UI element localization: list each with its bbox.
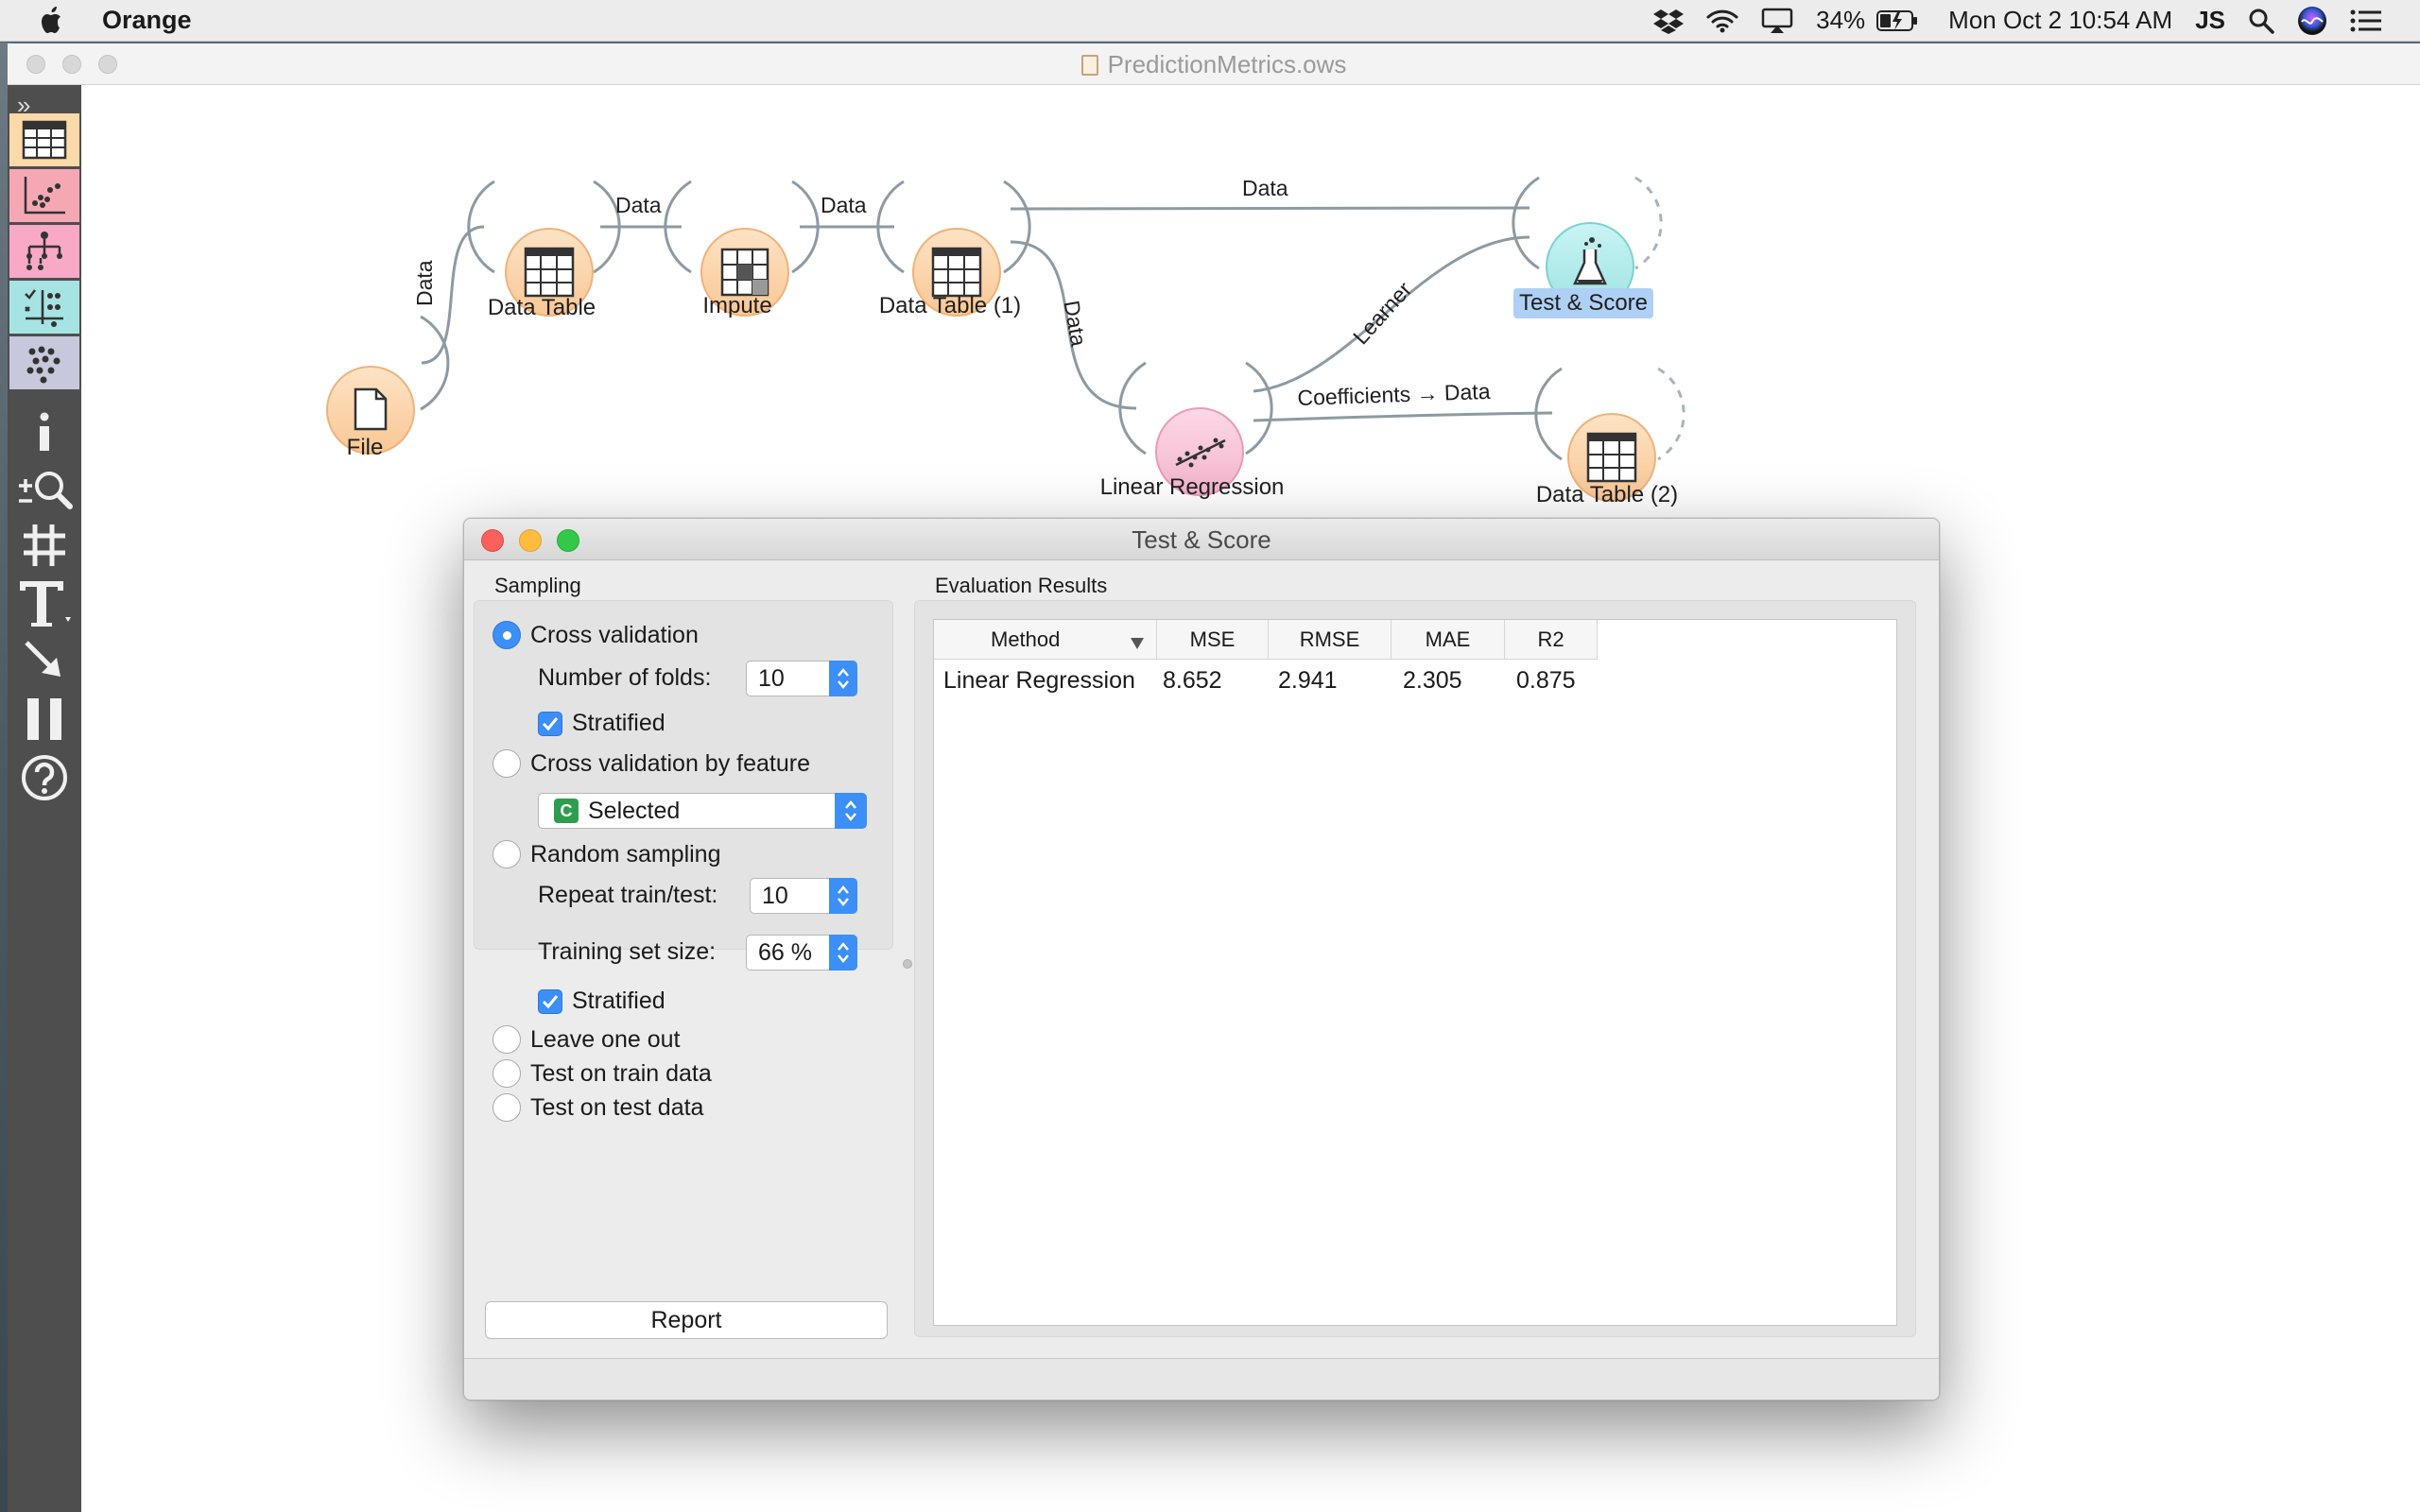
random-sampling-option[interactable]: Random sampling [493, 840, 721, 868]
node-label-test-and-score[interactable]: Test & Score [1512, 288, 1654, 318]
link-linreg-to-datatable2 [1253, 411, 1553, 422]
column-header-mse[interactable]: MSE [1157, 620, 1269, 660]
battery-percent: 34% [1816, 6, 1866, 34]
column-header-method-label: Method [991, 627, 1061, 651]
link-datatable1-to-testscore [1010, 206, 1530, 211]
clock[interactable]: Mon Oct 2 10:54 AM [1948, 6, 2172, 35]
test-on-test-label: Test on test data [530, 1093, 704, 1121]
cv-by-feature-radio[interactable] [493, 749, 521, 778]
cross-validation-label: Cross validation [530, 621, 699, 648]
dialog-titlebar[interactable]: Test & Score [464, 519, 1939, 560]
test-on-train-label: Test on train data [530, 1059, 712, 1087]
link-label-impute-to-datatable1[interactable]: Data [821, 193, 867, 218]
rmse-cell: 2.941 [1278, 666, 1338, 694]
report-button[interactable]: Report [485, 1301, 888, 1339]
folds-label: Number of folds: [538, 664, 712, 691]
spinner-arrows-icon[interactable] [829, 935, 857, 971]
evaluation-group-title: Evaluation Results [935, 574, 1108, 597]
training-size-value: 66 % [758, 938, 812, 966]
sampling-group-title: Sampling [494, 574, 581, 597]
training-size-row: Training set size: [538, 938, 716, 966]
node-label-data-table-1[interactable]: Data Table (1) [879, 293, 1021, 319]
node-output-ports [1634, 176, 1685, 461]
dialog-status-bar [464, 1358, 1939, 1400]
training-size-label: Training set size: [538, 938, 717, 965]
stratified-checkbox-1[interactable] [538, 711, 562, 736]
repeat-row: Repeat train/test: [538, 882, 717, 909]
cross-validation-radio[interactable] [493, 621, 521, 649]
folds-row: Number of folds: [538, 664, 711, 692]
mae-cell: 2.305 [1403, 666, 1462, 694]
dropbox-icon[interactable] [1653, 0, 1685, 42]
menu-bar: Orange 34% Mon Oct 2 10:54 AM JS [0, 0, 2420, 42]
sort-descending-icon[interactable] [1130, 631, 1145, 656]
wifi-icon[interactable] [1706, 0, 1738, 42]
folds-spinbox[interactable]: 10 [746, 661, 857, 696]
node-label-data-table[interactable]: Data Table [488, 295, 596, 321]
random-sampling-radio[interactable] [493, 840, 521, 868]
cross-validation-option[interactable]: Cross validation [493, 621, 699, 649]
leave-one-out-radio[interactable] [493, 1025, 521, 1054]
spotlight-search-icon[interactable] [2248, 0, 2274, 42]
user-initials[interactable]: JS [2195, 6, 2225, 35]
repeat-spinbox[interactable]: 10 [750, 878, 857, 914]
link-label-datatable1-to-testscore[interactable]: Data [1242, 176, 1288, 201]
r2-cell: 0.875 [1516, 666, 1576, 694]
cv-by-feature-option[interactable]: Cross validation by feature [493, 749, 810, 778]
node-label-linear-regression[interactable]: Linear Regression [1100, 474, 1285, 501]
table-row[interactable]: Linear Regression 8.652 2.941 2.305 0.87… [934, 662, 1598, 699]
spinner-arrows-icon[interactable] [829, 661, 857, 696]
evaluation-table[interactable]: Method MSE RMSE MAE R2 Linear Regression… [933, 619, 1897, 1326]
test-on-train-option[interactable]: Test on train data [493, 1059, 712, 1088]
leave-one-out-label: Leave one out [530, 1025, 681, 1053]
random-sampling-label: Random sampling [530, 840, 721, 868]
test-on-train-radio[interactable] [493, 1059, 521, 1088]
combo-arrows-icon[interactable] [835, 793, 867, 829]
column-header-method[interactable]: Method [934, 620, 1157, 660]
mse-cell: 8.652 [1163, 666, 1222, 694]
test-on-test-radio[interactable] [493, 1093, 521, 1122]
column-header-mae[interactable]: MAE [1392, 620, 1505, 660]
stratified-option-1[interactable]: Stratified [538, 710, 666, 737]
feature-value: Selected [588, 797, 681, 824]
feature-combo[interactable]: C Selected [538, 793, 867, 829]
stratified-option-2[interactable]: Stratified [538, 988, 666, 1015]
node-label-data-table-2[interactable]: Data Table (2) [1536, 482, 1678, 508]
stratified-label-2: Stratified [572, 988, 666, 1014]
siri-icon[interactable] [2297, 0, 2327, 42]
test-and-score-dialog: Test & Score Sampling Cross validation N… [463, 518, 1940, 1400]
column-header-rmse[interactable]: RMSE [1269, 620, 1392, 660]
link-label-datatable-to-impute[interactable]: Data [615, 193, 662, 218]
column-header-r2[interactable]: R2 [1505, 620, 1598, 660]
cv-by-feature-label: Cross validation by feature [530, 749, 810, 777]
repeat-value: 10 [762, 882, 788, 909]
test-on-test-option[interactable]: Test on test data [493, 1093, 703, 1122]
battery-charging-icon[interactable] [1876, 0, 1918, 42]
node-label-impute[interactable]: Impute [702, 293, 771, 319]
stratified-label-1: Stratified [572, 710, 666, 736]
repeat-label: Repeat train/test: [538, 882, 718, 908]
leave-one-out-option[interactable]: Leave one out [493, 1025, 680, 1054]
stratified-checkbox-2[interactable] [538, 988, 562, 1014]
splitter-handle[interactable] [903, 959, 912, 969]
dialog-title: Test & Score [1132, 525, 1271, 554]
link-label-file-to-datatable[interactable]: Data [412, 260, 438, 306]
spinner-arrows-icon[interactable] [829, 878, 857, 914]
training-size-spinbox[interactable]: 66 % [746, 935, 857, 971]
folds-value: 10 [758, 664, 785, 692]
evaluation-table-header: Method MSE RMSE MAE R2 [934, 620, 1598, 660]
apple-icon[interactable] [25, 0, 79, 42]
categorical-badge-icon: C [554, 799, 579, 823]
notification-center-icon[interactable] [2350, 0, 2382, 42]
method-cell: Linear Regression [943, 666, 1135, 694]
airplay-icon[interactable] [1761, 0, 1793, 42]
app-name[interactable]: Orange [102, 6, 192, 35]
node-label-file[interactable]: File [347, 435, 384, 461]
